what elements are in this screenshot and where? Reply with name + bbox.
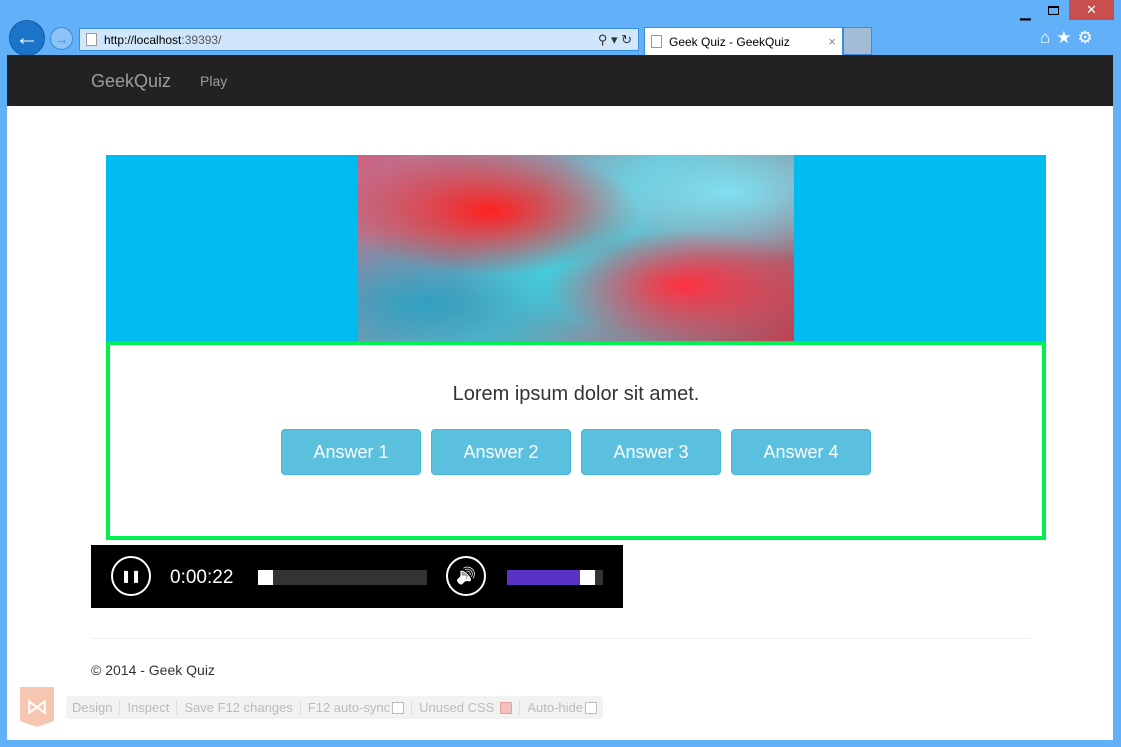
banner-image bbox=[358, 155, 794, 341]
tab-title: Geek Quiz - GeekQuiz bbox=[669, 35, 790, 49]
search-refresh-icons[interactable]: ⚲ ▾ ↻ bbox=[598, 32, 632, 48]
auto-hide-checkbox[interactable] bbox=[584, 701, 597, 714]
seek-thumb[interactable] bbox=[258, 570, 273, 585]
quiz-card: Lorem ipsum dolor sit amet. Answer 1 Ans… bbox=[106, 341, 1046, 540]
volume-thumb[interactable] bbox=[579, 570, 595, 585]
volume-icon: 🔊 bbox=[456, 568, 476, 585]
copyright: © 2014 - Geek Quiz bbox=[91, 662, 215, 678]
separator bbox=[411, 700, 413, 715]
nav-play-link[interactable]: Play bbox=[200, 73, 227, 89]
inspect-button[interactable]: Inspect bbox=[127, 700, 169, 715]
back-button[interactable]: ← bbox=[9, 20, 45, 56]
save-f12-changes-button[interactable]: Save F12 changes bbox=[184, 700, 292, 715]
answer-button-4[interactable]: Answer 4 bbox=[731, 429, 871, 475]
f12-auto-sync-label: F12 auto-sync bbox=[307, 700, 391, 715]
volume-slider[interactable] bbox=[507, 570, 603, 585]
home-favorites-settings-icons[interactable]: ⌂★⚙ bbox=[1040, 28, 1099, 48]
answer-button-1[interactable]: Answer 1 bbox=[281, 429, 421, 475]
minimize-button[interactable]: ▁ bbox=[1020, 4, 1031, 21]
brand-link[interactable]: GeekQuiz bbox=[91, 71, 171, 92]
volume-button[interactable]: 🔊 bbox=[446, 556, 486, 596]
separator bbox=[176, 700, 178, 715]
browser-chrome: ← → http://localhost:39393/ ⚲ ▾ ↻ Geek Q… bbox=[0, 0, 1121, 56]
design-button[interactable]: Design bbox=[72, 700, 112, 715]
new-tab-button[interactable] bbox=[843, 27, 872, 55]
address-bar[interactable]: http://localhost:39393/ ⚲ ▾ ↻ bbox=[79, 28, 639, 51]
tab-close-icon[interactable]: × bbox=[828, 34, 836, 49]
pause-icon: ❚❚ bbox=[120, 569, 142, 583]
close-button[interactable]: ✕ bbox=[1069, 0, 1114, 20]
banner bbox=[106, 155, 1046, 341]
seek-bar[interactable] bbox=[258, 570, 427, 585]
answer-button-3[interactable]: Answer 3 bbox=[581, 429, 721, 475]
current-time: 0:00:22 bbox=[170, 567, 234, 588]
separator bbox=[299, 700, 301, 715]
url-port: :39393/ bbox=[181, 33, 222, 47]
volume-fill bbox=[507, 570, 580, 585]
maximize-button[interactable] bbox=[1048, 6, 1059, 15]
f12-auto-sync-checkbox[interactable] bbox=[392, 701, 405, 714]
page-icon bbox=[651, 35, 662, 48]
separator bbox=[119, 700, 121, 715]
divider bbox=[91, 638, 1031, 639]
answer-list: Answer 1 Answer 2 Answer 3 Answer 4 bbox=[281, 429, 871, 475]
browser-link-toolbar: Design Inspect Save F12 changes F12 auto… bbox=[66, 696, 603, 719]
navbar: GeekQuiz Play bbox=[7, 55, 1113, 106]
tab-geek-quiz[interactable]: Geek Quiz - GeekQuiz × bbox=[644, 27, 843, 55]
forward-button[interactable]: → bbox=[50, 27, 73, 50]
answer-button-2[interactable]: Answer 2 bbox=[431, 429, 571, 475]
forward-arrow-icon: → bbox=[54, 30, 69, 47]
audio-player: ❚❚ 0:00:22 🔊 bbox=[91, 545, 623, 608]
unused-css-label: Unused CSS bbox=[419, 700, 495, 715]
visual-studio-logo: ⋈ bbox=[20, 687, 54, 727]
separator bbox=[519, 700, 521, 715]
page-icon bbox=[86, 33, 97, 46]
pause-button[interactable]: ❚❚ bbox=[111, 556, 151, 596]
question-text: Lorem ipsum dolor sit amet. bbox=[452, 383, 700, 405]
url-host: http://localhost bbox=[104, 33, 182, 47]
auto-hide-label: Auto-hide bbox=[527, 700, 583, 715]
unused-css-checkbox[interactable] bbox=[500, 701, 513, 714]
back-arrow-icon: ← bbox=[15, 24, 39, 51]
page-content: GeekQuiz Play Lorem ipsum dolor sit amet… bbox=[7, 55, 1113, 740]
